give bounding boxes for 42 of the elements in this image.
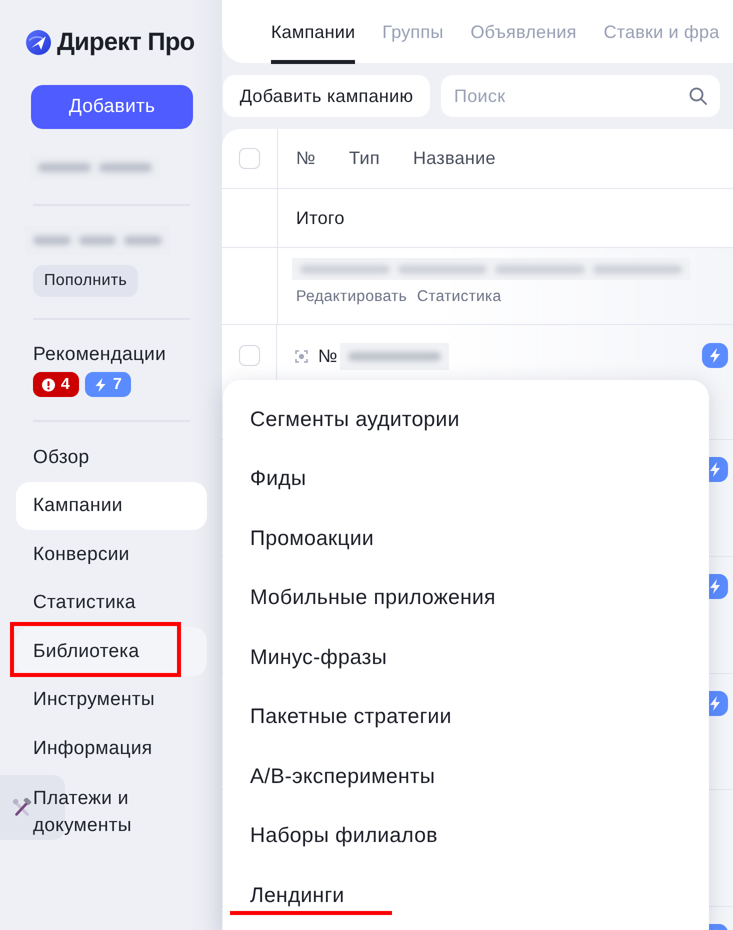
tab[interactable]: Кампании	[271, 0, 356, 64]
nav-item[interactable]: Информация	[16, 724, 207, 772]
menu-item[interactable]: Промоакции	[223, 509, 709, 568]
search-icon	[689, 87, 707, 105]
nav-item[interactable]: Обзор	[16, 433, 207, 482]
focus-icon	[295, 350, 308, 363]
logo-text: Директ Про	[57, 30, 195, 55]
lightning-icon	[94, 378, 107, 392]
menu-item[interactable]: Наборы филиалов	[223, 806, 709, 866]
column-header[interactable]: Тип	[349, 148, 413, 169]
exclamation-icon	[42, 378, 55, 392]
table-cell: Итого	[296, 208, 345, 228]
menu-item[interactable]: А/В-эксперименты	[223, 747, 709, 806]
menu-item[interactable]: Сегменты аудитории	[223, 390, 709, 450]
menu-item[interactable]: Фиды	[223, 450, 709, 509]
recommendations-link[interactable]: Рекомендации	[33, 344, 166, 366]
nav-item[interactable]: Платежи и документы	[16, 772, 207, 838]
add-button[interactable]: Добавить	[31, 85, 193, 129]
logo-icon	[26, 30, 51, 55]
menu-item[interactable]: Мобильные приложения	[223, 568, 709, 628]
nav-item[interactable]: Кампании	[16, 482, 207, 530]
menu-item[interactable]: Пакетные стратегии	[223, 688, 709, 747]
table-link[interactable]: Статистика	[416, 288, 502, 306]
badge-count: 4	[60, 376, 70, 392]
column-header[interactable]: №	[296, 148, 349, 169]
checkbox[interactable]	[238, 345, 260, 366]
table-cell: №	[318, 346, 338, 367]
lightning-icon[interactable]	[702, 343, 728, 368]
top-up-button[interactable]: Пополнить	[33, 265, 138, 297]
table-link[interactable]: Редактировать	[296, 288, 407, 306]
nav-item[interactable]: Статистика	[16, 578, 207, 627]
menu-item[interactable]: Минус-фразы	[223, 628, 709, 688]
menu-item[interactable]: Лендинги	[223, 866, 709, 926]
badge-count: 7	[112, 376, 122, 392]
tools-icon	[12, 798, 32, 818]
search-field[interactable]: Поиск	[441, 75, 720, 117]
checkbox[interactable]	[239, 148, 260, 169]
nav-item[interactable]: Конверсии	[16, 530, 207, 578]
recommendation-badge[interactable]: 4	[33, 372, 79, 397]
nav-item[interactable]: Инструменты	[16, 676, 207, 724]
column-header[interactable]: Название	[413, 148, 496, 169]
add-campaign-button[interactable]: Добавить кампанию	[223, 75, 430, 117]
